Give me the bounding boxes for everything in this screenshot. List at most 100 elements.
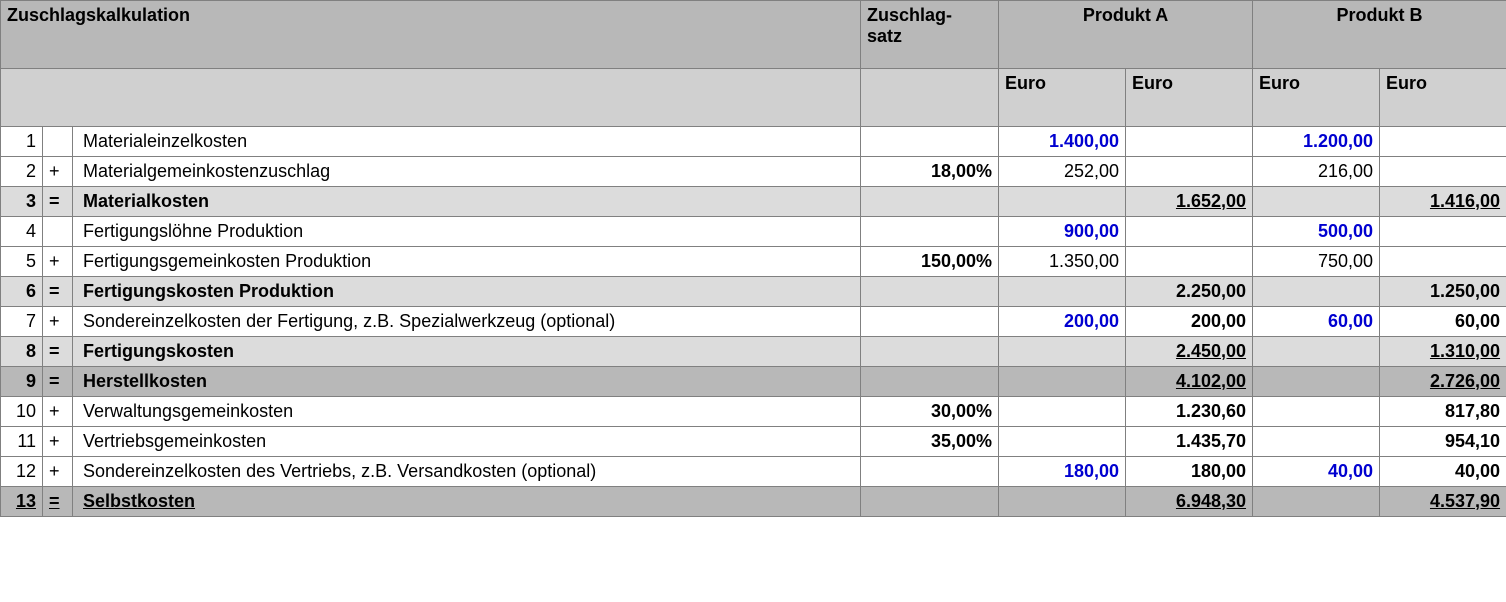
row-operator: +	[43, 457, 73, 487]
table-row: 8=Fertigungskosten2.450,001.310,00	[1, 337, 1506, 367]
row-rate: 150,00%	[861, 247, 999, 277]
row-a1: 1.350,00	[999, 247, 1126, 277]
row-rate	[861, 307, 999, 337]
table-row: 12+Sondereinzelkosten des Vertriebs, z.B…	[1, 457, 1506, 487]
row-a2: 200,00	[1126, 307, 1253, 337]
table-body: 1Materialeinzelkosten1.400,001.200,002+M…	[1, 127, 1506, 517]
row-operator	[43, 217, 73, 247]
row-a2: 180,00	[1126, 457, 1253, 487]
row-number: 3	[1, 187, 43, 217]
row-b2	[1380, 127, 1506, 157]
title-cell: Zuschlagskalkulation	[1, 1, 861, 69]
table-row: 1Materialeinzelkosten1.400,001.200,00	[1, 127, 1506, 157]
row-number: 4	[1, 217, 43, 247]
row-label: Sondereinzelkosten der Fertigung, z.B. S…	[73, 307, 861, 337]
row-b2: 1.416,00	[1380, 187, 1506, 217]
table-row: 4Fertigungslöhne Produktion900,00500,00	[1, 217, 1506, 247]
row-label: Fertigungslöhne Produktion	[73, 217, 861, 247]
row-rate	[861, 487, 999, 517]
row-b2: 1.250,00	[1380, 277, 1506, 307]
row-b1: 750,00	[1253, 247, 1380, 277]
row-a1: 180,00	[999, 457, 1126, 487]
row-a1: 252,00	[999, 157, 1126, 187]
row-rate: 30,00%	[861, 397, 999, 427]
row-b1: 1.200,00	[1253, 127, 1380, 157]
euro-header-b2: Euro	[1380, 69, 1506, 127]
row-number: 7	[1, 307, 43, 337]
row-b1	[1253, 367, 1380, 397]
row-b2: 1.310,00	[1380, 337, 1506, 367]
row-operator	[43, 127, 73, 157]
row-rate	[861, 127, 999, 157]
row-a2: 2.450,00	[1126, 337, 1253, 367]
row-b1: 40,00	[1253, 457, 1380, 487]
table-row: 10+Verwaltungsgemeinkosten30,00%1.230,60…	[1, 397, 1506, 427]
row-b1	[1253, 487, 1380, 517]
table-row: 6=Fertigungskosten Produktion2.250,001.2…	[1, 277, 1506, 307]
row-number: 2	[1, 157, 43, 187]
row-rate: 18,00%	[861, 157, 999, 187]
row-label: Verwaltungsgemeinkosten	[73, 397, 861, 427]
header-row-1: Zuschlagskalkulation Zuschlag- satz Prod…	[1, 1, 1506, 69]
table-row: 13=Selbstkosten6.948,304.537,90	[1, 487, 1506, 517]
row-rate: 35,00%	[861, 427, 999, 457]
row-label: Herstellkosten	[73, 367, 861, 397]
row-label: Selbstkosten	[73, 487, 861, 517]
row-operator: +	[43, 307, 73, 337]
row-rate	[861, 337, 999, 367]
row-number: 13	[1, 487, 43, 517]
row-operator: +	[43, 247, 73, 277]
row-a2: 4.102,00	[1126, 367, 1253, 397]
table-row: 11+Vertriebsgemeinkosten35,00%1.435,7095…	[1, 427, 1506, 457]
row-a1: 200,00	[999, 307, 1126, 337]
row-b2: 4.537,90	[1380, 487, 1506, 517]
rate-header: Zuschlag- satz	[861, 1, 999, 69]
row-b2: 817,80	[1380, 397, 1506, 427]
row-b2: 2.726,00	[1380, 367, 1506, 397]
row-label: Materialeinzelkosten	[73, 127, 861, 157]
row-a1	[999, 277, 1126, 307]
row-number: 12	[1, 457, 43, 487]
row-b2	[1380, 157, 1506, 187]
product-a-header: Produkt A	[999, 1, 1253, 69]
row-a2: 1.652,00	[1126, 187, 1253, 217]
row-b1	[1253, 337, 1380, 367]
product-b-header: Produkt B	[1253, 1, 1506, 69]
table-row: 9=Herstellkosten4.102,002.726,00	[1, 367, 1506, 397]
row-a2	[1126, 247, 1253, 277]
euro-header-a2: Euro	[1126, 69, 1253, 127]
row-a2: 1.435,70	[1126, 427, 1253, 457]
row-a1	[999, 367, 1126, 397]
row-a2: 6.948,30	[1126, 487, 1253, 517]
row-b1	[1253, 187, 1380, 217]
row-a2	[1126, 217, 1253, 247]
row-a1	[999, 337, 1126, 367]
row-a2: 1.230,60	[1126, 397, 1253, 427]
row-label: Vertriebsgemeinkosten	[73, 427, 861, 457]
row-number: 8	[1, 337, 43, 367]
row-operator: +	[43, 427, 73, 457]
row-b1	[1253, 277, 1380, 307]
table-row: 5+Fertigungsgemeinkosten Produktion150,0…	[1, 247, 1506, 277]
row-a1	[999, 487, 1126, 517]
header-row-2: Euro Euro Euro Euro	[1, 69, 1506, 127]
row-label: Fertigungsgemeinkosten Produktion	[73, 247, 861, 277]
blank-header	[1, 69, 861, 127]
row-rate	[861, 457, 999, 487]
row-b1: 60,00	[1253, 307, 1380, 337]
row-number: 5	[1, 247, 43, 277]
table-row: 2+Materialgemeinkostenzuschlag18,00%252,…	[1, 157, 1506, 187]
row-b2	[1380, 247, 1506, 277]
calculation-table: Zuschlagskalkulation Zuschlag- satz Prod…	[0, 0, 1506, 517]
row-b2: 60,00	[1380, 307, 1506, 337]
row-b1	[1253, 427, 1380, 457]
table-row: 3=Materialkosten1.652,001.416,00	[1, 187, 1506, 217]
row-label: Sondereinzelkosten des Vertriebs, z.B. V…	[73, 457, 861, 487]
blank-rate-header	[861, 69, 999, 127]
row-b1	[1253, 397, 1380, 427]
row-a2	[1126, 127, 1253, 157]
row-label: Fertigungskosten Produktion	[73, 277, 861, 307]
row-operator: +	[43, 157, 73, 187]
row-label: Materialgemeinkostenzuschlag	[73, 157, 861, 187]
row-label: Fertigungskosten	[73, 337, 861, 367]
